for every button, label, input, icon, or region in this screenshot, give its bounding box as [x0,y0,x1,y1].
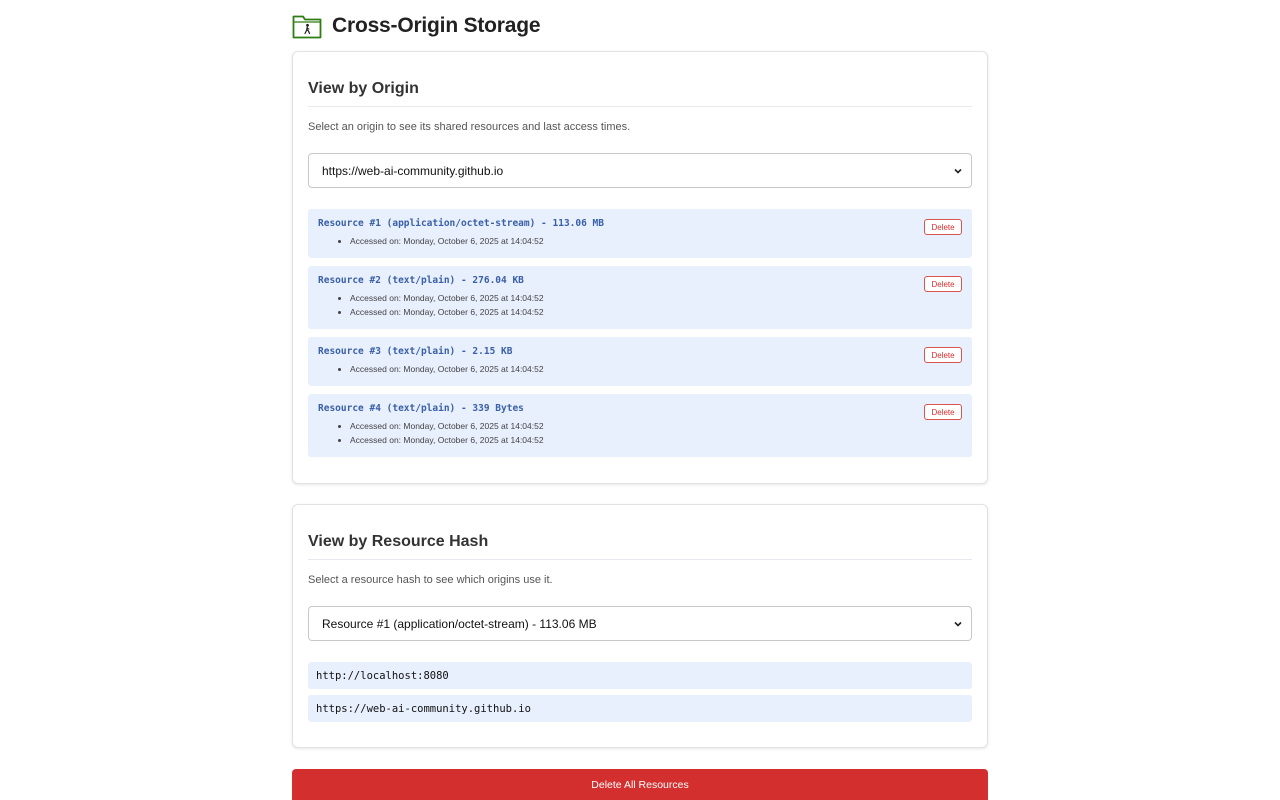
origin-item: https://web-ai-community.github.io [308,695,972,722]
access-entry: Accessed on: Monday, October 6, 2025 at … [350,305,962,319]
resource-title: Resource #4 (text/plain) - 339 Bytes [318,403,524,414]
access-entry: Accessed on: Monday, October 6, 2025 at … [350,419,962,433]
access-entry: Accessed on: Monday, October 6, 2025 at … [350,362,962,376]
origin-select-value: https://web-ai-community.github.io [322,163,504,178]
resource-item: Resource #2 (text/plain) - 276.04 KB Acc… [308,266,972,329]
resource-title: Resource #2 (text/plain) - 276.04 KB [318,275,524,286]
access-list: Accessed on: Monday, October 6, 2025 at … [318,291,962,319]
delete-resource-button[interactable]: Delete [924,276,962,292]
access-entry: Accessed on: Monday, October 6, 2025 at … [350,234,962,248]
delete-resource-button[interactable]: Delete [924,347,962,363]
resource-title: Resource #3 (text/plain) - 2.15 KB [318,346,513,357]
chevron-down-icon [954,168,962,174]
view-by-hash-card: View by Resource Hash Select a resource … [292,504,988,748]
resource-hash-select-value: Resource #1 (application/octet-stream) -… [322,616,597,631]
resource-list: Resource #1 (application/octet-stream) -… [308,209,972,457]
resource-item: Resource #3 (text/plain) - 2.15 KB Acces… [308,337,972,386]
resource-title: Resource #1 (application/octet-stream) -… [318,218,604,229]
main-container: Cross-Origin Storage View by Origin Sele… [292,0,988,748]
access-list: Accessed on: Monday, October 6, 2025 at … [318,362,962,376]
access-entry: Accessed on: Monday, October 6, 2025 at … [350,433,962,447]
access-entry: Accessed on: Monday, October 6, 2025 at … [350,291,962,305]
section-description-hash: Select a resource hash to see which orig… [308,574,553,586]
delete-resource-button[interactable]: Delete [924,404,962,420]
chevron-down-icon [954,621,962,627]
origin-list: http://localhost:8080 https://web-ai-com… [308,662,972,722]
section-heading-origin: View by Origin [308,52,972,107]
section-description-origin: Select an origin to see its shared resou… [308,121,631,133]
resource-item: Resource #1 (application/octet-stream) -… [308,209,972,258]
view-by-origin-card: View by Origin Select an origin to see i… [292,51,988,484]
access-list: Accessed on: Monday, October 6, 2025 at … [318,419,962,447]
folder-person-icon [292,13,322,39]
delete-all-button[interactable]: Delete All Resources [292,769,988,800]
section-heading-hash: View by Resource Hash [308,505,972,560]
delete-resource-button[interactable]: Delete [924,219,962,235]
resource-item: Resource #4 (text/plain) - 339 Bytes Acc… [308,394,972,457]
resource-hash-select[interactable]: Resource #1 (application/octet-stream) -… [308,606,972,641]
page-title: Cross-Origin Storage [332,13,541,37]
origin-item: http://localhost:8080 [308,662,972,689]
origin-select[interactable]: https://web-ai-community.github.io [308,153,972,188]
access-list: Accessed on: Monday, October 6, 2025 at … [318,234,962,248]
page-header: Cross-Origin Storage [292,0,988,51]
